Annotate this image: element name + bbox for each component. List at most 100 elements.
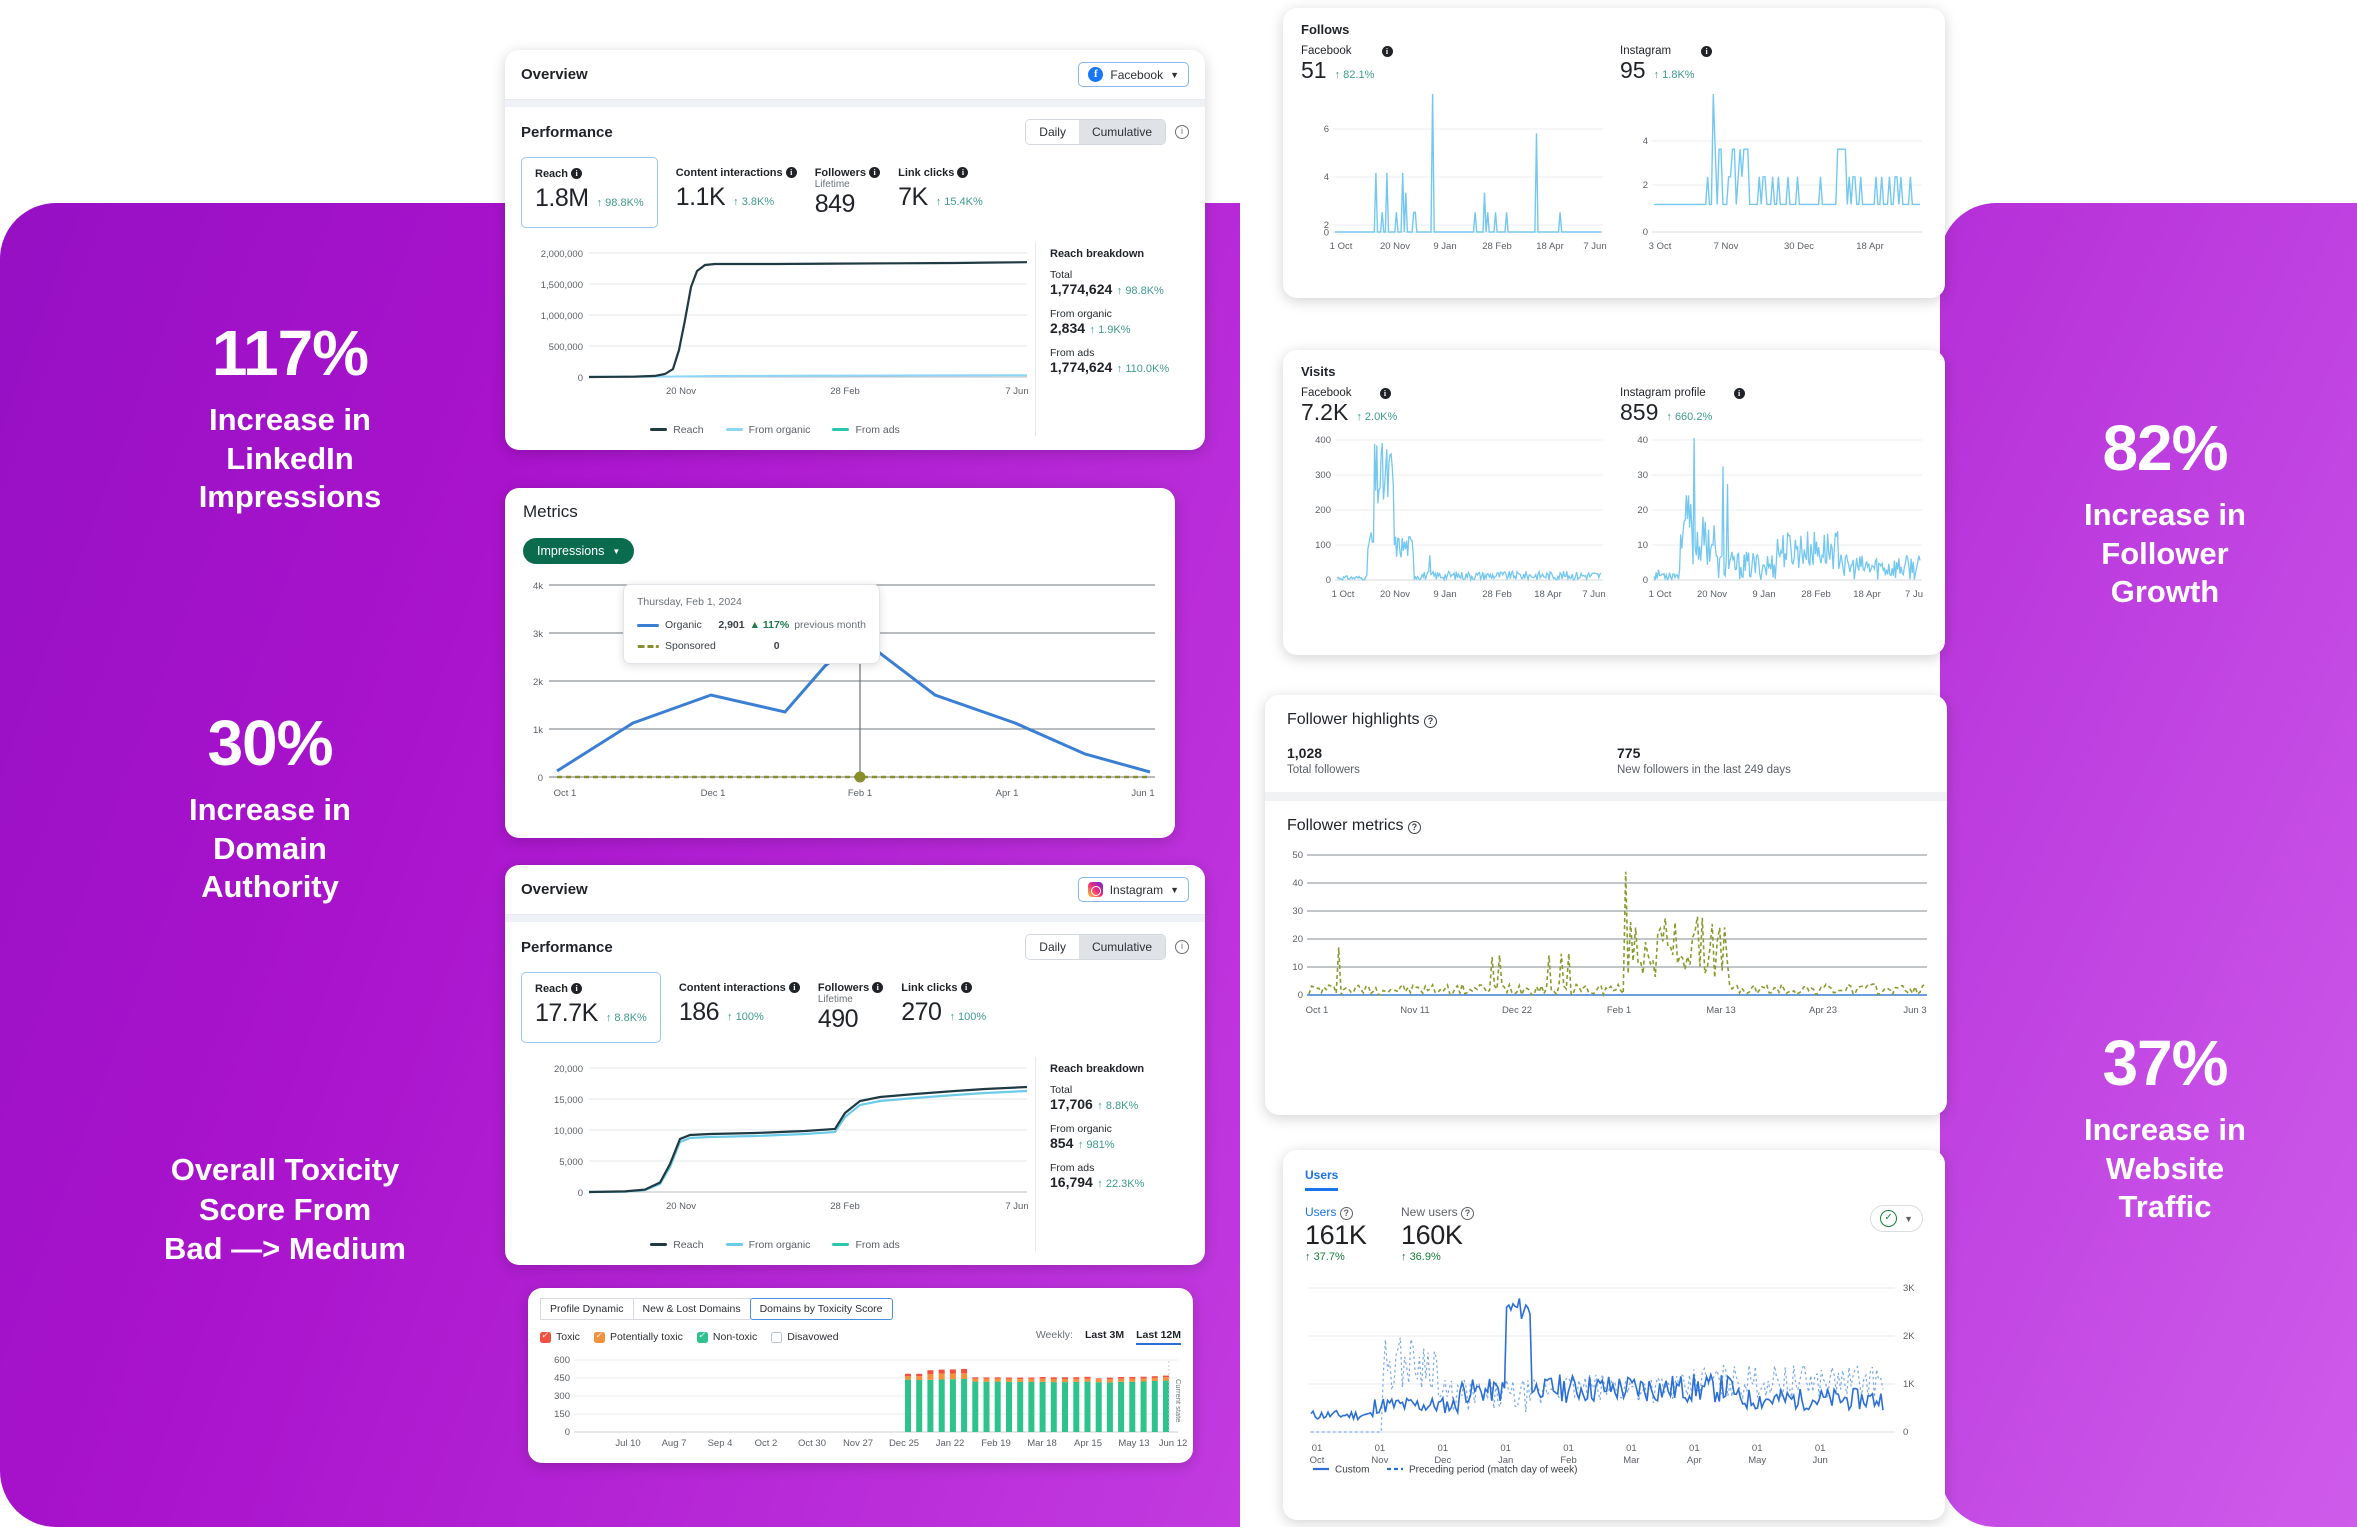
tooltip-series-name: Sponsored <box>665 640 716 652</box>
tab-users[interactable]: Users <box>1305 1168 1339 1191</box>
help-icon[interactable]: ? <box>1339 1207 1353 1220</box>
help-icon[interactable]: ? <box>1407 821 1421 834</box>
tooltip-date: Thursday, Feb 1, 2024 <box>637 596 742 608</box>
info-icon[interactable]: i <box>571 983 583 994</box>
toxicity-bar-segment <box>983 1378 990 1382</box>
highlight-stat-linkedin-impressions: 117% Increase in LinkedIn Impressions <box>60 319 520 517</box>
svg-text:2,000,000: 2,000,000 <box>541 249 583 260</box>
kpi-sublabel: Lifetime <box>814 179 850 190</box>
toxicity-bar-segment <box>1084 1376 1091 1379</box>
legend-potentially-toxic[interactable]: Potentially toxic <box>593 1330 683 1343</box>
performance-label: Performance <box>521 123 613 141</box>
svg-text:2: 2 <box>1643 180 1648 191</box>
svg-text:7 Ju: 7 Ju <box>1905 589 1923 600</box>
kpi-link-clicks: Link clicks i 270 ↑ 100% <box>901 972 986 1027</box>
kpi-delta: ↑ 15.4K% <box>935 196 983 208</box>
toxicity-bar-segment <box>1151 1381 1158 1432</box>
network-selector-facebook[interactable]: f Facebook ▼ <box>1078 62 1189 87</box>
info-icon[interactable]: i <box>1175 125 1189 139</box>
instagram-icon <box>1087 882 1103 897</box>
tab-new-lost-domains[interactable]: New & Lost Domains <box>632 1298 751 1320</box>
toggle-cumulative[interactable]: Cumulative <box>1078 935 1165 959</box>
info-icon[interactable]: i <box>957 167 969 178</box>
tooltip-series-value: 0 <box>773 640 780 652</box>
legend-disavowed[interactable]: Disavowed <box>771 1331 839 1343</box>
svg-text:1 Oct: 1 Oct <box>1649 589 1672 600</box>
metric-label: Users ? <box>1305 1205 1401 1220</box>
info-icon[interactable]: i <box>1701 45 1713 57</box>
info-icon[interactable]: i <box>785 167 797 178</box>
tab-domains-by-toxicity-score[interactable]: Domains by Toxicity Score <box>749 1298 893 1320</box>
kpi-label: Content interactions <box>675 167 783 179</box>
help-icon[interactable]: ? <box>1423 715 1437 728</box>
range-last-3m[interactable]: Last 3M <box>1085 1329 1124 1341</box>
comparison-selector[interactable]: ✓ ▼ <box>1870 1205 1923 1232</box>
info-icon[interactable]: i <box>1175 940 1189 954</box>
breakdown-label: Total <box>1050 1084 1073 1096</box>
info-icon[interactable]: i <box>1379 387 1391 399</box>
instagram-visits-chart: 40 30 20 10 0 1 Oct 20 Nov 9 Jan 28 Feb 18 Apr… <box>1637 435 1923 600</box>
metric-selector-impressions[interactable]: Impressions ▼ <box>523 538 635 564</box>
kpi-value: 1.1K <box>675 183 726 211</box>
legend-non-toxic[interactable]: Non-toxic <box>696 1330 757 1343</box>
visits-card: Visits Facebook i 7.2K ↑ 2.0K% 400 300 200… <box>1283 350 1945 655</box>
svg-text:Feb 1: Feb 1 <box>1607 1005 1631 1016</box>
svg-text:1 Oct: 1 Oct <box>1332 589 1355 600</box>
toggle-daily[interactable]: Daily <box>1026 120 1079 144</box>
stat-line: Impressions <box>198 479 382 515</box>
highlight-stat-domain-authority: 30% Increase in Domain Authority <box>60 709 480 907</box>
tooltip-series-name: Organic <box>665 619 702 631</box>
svg-text:20 Nov: 20 Nov <box>1380 589 1410 600</box>
info-icon[interactable]: i <box>960 982 972 993</box>
kpi-label: Followers <box>817 982 870 994</box>
performance-label: Performance <box>521 938 613 956</box>
kpi-reach[interactable]: Reach i 1.8M ↑ 98.8K% <box>521 157 658 228</box>
svg-text:Jun 12: Jun 12 <box>1159 1438 1188 1449</box>
card-title: Overview <box>521 881 588 898</box>
info-icon[interactable]: i <box>571 168 583 179</box>
toxicity-bar-segment <box>938 1379 945 1432</box>
metrics-card: Metrics Impressions ▼ 4k 3k 2k 1k 0 Oct … <box>505 488 1175 838</box>
info-icon[interactable]: i <box>869 167 881 178</box>
svg-text:7 Jun: 7 Jun <box>1582 589 1605 600</box>
range-last-12m[interactable]: Last 12M <box>1136 1329 1181 1345</box>
facebook-overview-card: Overview f Facebook ▼ Performance Daily … <box>505 50 1205 450</box>
toxicity-line: Overall Toxicity <box>170 1152 400 1187</box>
svg-text:500,000: 500,000 <box>549 342 583 353</box>
daily-cumulative-toggle[interactable]: Daily Cumulative <box>1025 934 1166 960</box>
breakdown-title: Reach breakdown <box>1050 1063 1145 1075</box>
kpi-label: Followers <box>814 167 867 179</box>
toxicity-tabs[interactable]: Profile Dynamic New & Lost Domains Domai… <box>540 1298 1181 1320</box>
kpi-label: Reach <box>535 168 569 180</box>
svg-text:May 13: May 13 <box>1118 1438 1149 1449</box>
highlight-stat-website-traffic: 37% Increase in Website Traffic <box>1975 1029 2355 1227</box>
toggle-daily[interactable]: Daily <box>1026 935 1079 959</box>
visits-facebook-panel: Facebook i 7.2K ↑ 2.0K% 400 300 200 100 0 1… <box>1295 387 1614 616</box>
daily-cumulative-toggle[interactable]: Daily Cumulative <box>1025 119 1166 145</box>
panel-value: 7.2K <box>1301 399 1349 425</box>
svg-text:18 Apr: 18 Apr <box>1853 589 1880 600</box>
toxicity-bar-segment <box>916 1376 923 1380</box>
breakdown-delta: ↑ 8.8K% <box>1097 1100 1139 1112</box>
toxicity-bar-segment <box>961 1368 968 1374</box>
svg-text:300: 300 <box>554 1391 570 1402</box>
kpi-reach[interactable]: Reach i 17.7K ↑ 8.8K% <box>521 972 661 1043</box>
facebook-icon: f <box>1088 67 1104 82</box>
network-label: Instagram <box>1109 882 1164 897</box>
info-icon[interactable]: i <box>1381 45 1393 57</box>
info-icon[interactable]: i <box>872 982 884 993</box>
toxicity-bar-segment <box>949 1373 956 1380</box>
info-icon[interactable]: i <box>1733 387 1745 399</box>
toggle-cumulative[interactable]: Cumulative <box>1078 120 1165 144</box>
facebook-follows-chart: 6420 1 Oct 20 Nov 9 Jan 28 Feb 18 Apr 7 Jun <box>1324 93 1607 252</box>
legend-toxic[interactable]: Toxic <box>540 1330 580 1343</box>
ga-xtick-month: Apr <box>1687 1455 1702 1466</box>
follower-highlights-title: Follower highlights ? <box>1287 711 1925 729</box>
info-icon[interactable]: i <box>788 982 800 993</box>
network-selector-instagram[interactable]: Instagram ▼ <box>1077 877 1189 902</box>
help-icon[interactable]: ? <box>1461 1207 1475 1220</box>
breakdown-value: 854 <box>1050 1135 1074 1151</box>
toxicity-bar-segment <box>994 1378 1001 1382</box>
toxicity-bar-segment <box>1140 1376 1147 1379</box>
tab-profile-dynamic[interactable]: Profile Dynamic <box>540 1298 634 1320</box>
